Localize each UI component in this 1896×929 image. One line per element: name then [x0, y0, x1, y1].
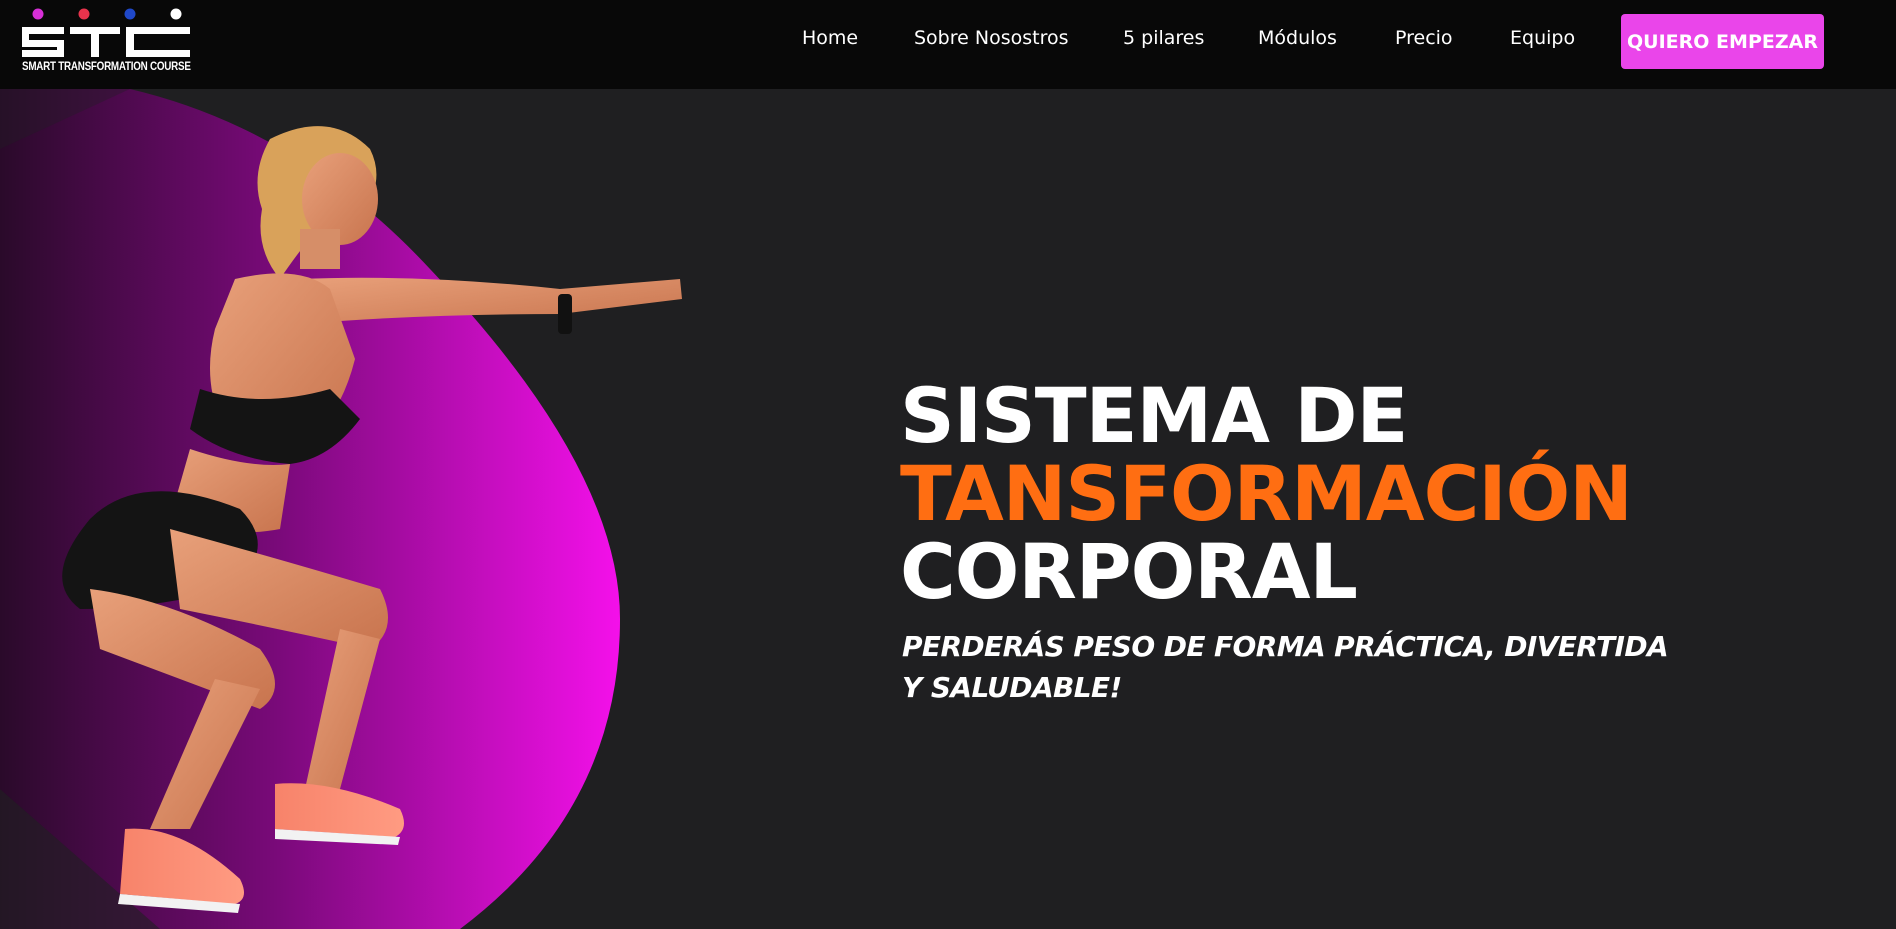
nav-precio[interactable]: Precio — [1395, 27, 1453, 49]
squat-woman-illustration — [0, 89, 682, 929]
nav-home[interactable]: Home — [802, 27, 858, 49]
headline-line-2: TANSFORMACIÓN — [900, 448, 1633, 538]
hero-image — [0, 89, 760, 929]
headline-line-3: CORPORAL — [900, 526, 1358, 616]
stc-logo-mark — [22, 8, 190, 57]
nav-5-pilares[interactable]: 5 pilares — [1123, 27, 1204, 49]
hero-tagline: PERDERÁS PESO DE FORMA PRÁCTICA, DIVERTI… — [902, 630, 1669, 704]
hero-headline: SISTEMA DE TANSFORMACIÓN CORPORAL — [900, 370, 1800, 616]
stc-logo[interactable]: SMART TRANSFORMATION COURSE — [20, 7, 200, 77]
headline-line-1: SISTEMA DE — [900, 370, 1408, 460]
nav-modulos[interactable]: Módulos — [1258, 27, 1337, 49]
quiero-empezar-button[interactable]: QUIERO EMPEZAR — [1621, 14, 1824, 69]
nav-sobre-nosotros[interactable]: Sobre Nosostros — [914, 27, 1069, 49]
site-header: SMART TRANSFORMATION COURSE Home Sobre N… — [0, 0, 1896, 89]
logo-subtitle: SMART TRANSFORMATION COURSE — [22, 59, 191, 73]
nav-equipo[interactable]: Equipo — [1510, 27, 1575, 49]
